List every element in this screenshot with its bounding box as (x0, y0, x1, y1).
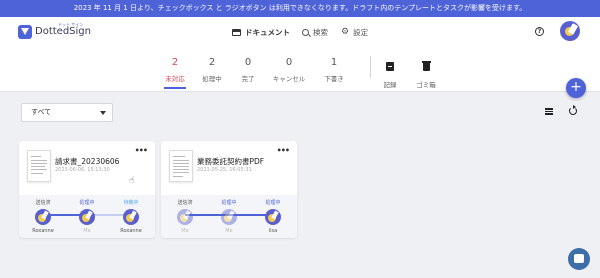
tab-completed-count: 0 (244, 57, 252, 68)
tab-cancelled-count: 0 (285, 57, 293, 68)
dottedsign-logo[interactable]: ドット サイン DottedSign (18, 22, 91, 42)
logo-text: DottedSign (35, 26, 91, 37)
records-button[interactable]: 記録 (370, 56, 410, 89)
signer-name: Me (83, 228, 91, 234)
document-card[interactable]: 請求書_20230606 2023-06-06, 15:13:30 ••• 送信… (19, 141, 155, 238)
signer-name: Me (225, 228, 233, 234)
signer-flow: 送信済 Roxanne 処理中 Me 待機中 Roxanne (19, 195, 155, 238)
tab-completed[interactable]: 0 完了 (226, 57, 270, 83)
signer-name: Me (181, 228, 189, 234)
active-tab-indicator (164, 87, 186, 89)
signer-avatar (79, 209, 95, 225)
signer-flow: 送信済 Me 処理中 Me 処理中 lisa (161, 195, 297, 238)
nav-search-label: 検索 (313, 27, 328, 37)
trash-button[interactable]: ゴミ箱 (406, 56, 446, 89)
search-icon (302, 28, 309, 36)
tab-drafts-count: 1 (330, 57, 338, 68)
step-status: 送信済 (177, 200, 193, 206)
document-thumbnail (27, 150, 51, 182)
document-date: 2023-06-06, 15:13:30 (55, 167, 110, 173)
logo-mark-icon (18, 25, 32, 39)
hand-cursor-icon: ☝ (129, 176, 135, 186)
chevron-down-icon (100, 111, 106, 115)
signer-step: 処理中 lisa (253, 199, 293, 234)
document-card[interactable]: 業務委託契約書PDF 2023-05-25, 16:05:31 ••• 送信済 … (161, 141, 297, 238)
tab-drafts[interactable]: 1 下書き (312, 57, 356, 83)
signer-avatar (35, 209, 51, 225)
tab-drafts-label: 下書き (324, 75, 344, 83)
nav-settings-label: 設定 (353, 27, 369, 37)
signer-avatar (123, 209, 139, 225)
step-status: 処理中 (221, 200, 237, 206)
signer-name: Roxanne (32, 228, 54, 234)
signer-name: lisa (268, 228, 278, 234)
help-icon[interactable]: ? (535, 27, 544, 36)
more-options-icon[interactable]: ••• (135, 146, 148, 155)
records-label: 記録 (383, 81, 397, 89)
top-header: ドット サイン DottedSign ドキュメント 検索 ⚙ 設定 ? (0, 17, 600, 47)
step-status: 送信済 (35, 200, 51, 206)
document-title: 業務委託契約書PDF (197, 157, 265, 166)
gear-icon: ⚙ (341, 27, 350, 37)
signer-step: 処理中 Me (209, 199, 249, 234)
signer-avatar (221, 209, 237, 225)
nav-search[interactable]: 検索 (302, 17, 328, 47)
more-options-icon[interactable]: ••• (277, 146, 290, 155)
signer-step: 送信済 Roxanne (23, 199, 63, 234)
status-filter-bar: 2 未対応 2 処理中 0 完了 0 キャンセル 1 下書き 記録 ゴミ箱 (0, 47, 600, 92)
add-document-button[interactable]: + (566, 78, 586, 98)
document-icon (232, 28, 241, 36)
step-status: 処理中 (79, 200, 95, 206)
signer-step: 待機中 Roxanne (111, 199, 151, 234)
archive-icon (386, 62, 394, 71)
announcement-banner: 2023 年 11 月 1 日より、チェックボックス と ラジオボタン は利用で… (0, 0, 600, 17)
document-thumbnail (169, 150, 193, 182)
signer-step: 送信済 Me (165, 199, 205, 234)
step-status: 待機中 (123, 200, 139, 206)
user-avatar[interactable] (560, 21, 580, 41)
refresh-icon[interactable] (569, 105, 577, 115)
signer-avatar (265, 209, 281, 225)
nav-documents-label: ドキュメント (245, 27, 290, 37)
trash-label: ゴミ箱 (416, 81, 436, 89)
chat-support-button[interactable] (568, 248, 590, 270)
signer-name: Roxanne (120, 228, 142, 234)
trash-icon (421, 61, 431, 71)
signer-step: 処理中 Me (67, 199, 107, 234)
tab-cancelled[interactable]: 0 キャンセル (267, 57, 311, 83)
document-filter-select[interactable]: すべて (21, 103, 113, 122)
tab-completed-label: 完了 (241, 75, 255, 83)
filter-selected-value: すべて (31, 108, 52, 116)
signer-avatar (177, 209, 193, 225)
tab-cancelled-label: キャンセル (272, 75, 306, 83)
list-view-icon[interactable] (545, 108, 553, 115)
step-status: 処理中 (265, 200, 281, 206)
nav-settings[interactable]: ⚙ 設定 (341, 17, 368, 47)
document-date: 2023-05-25, 16:05:31 (197, 167, 252, 173)
document-title: 請求書_20230606 (55, 157, 120, 166)
nav-documents[interactable]: ドキュメント (232, 17, 290, 47)
